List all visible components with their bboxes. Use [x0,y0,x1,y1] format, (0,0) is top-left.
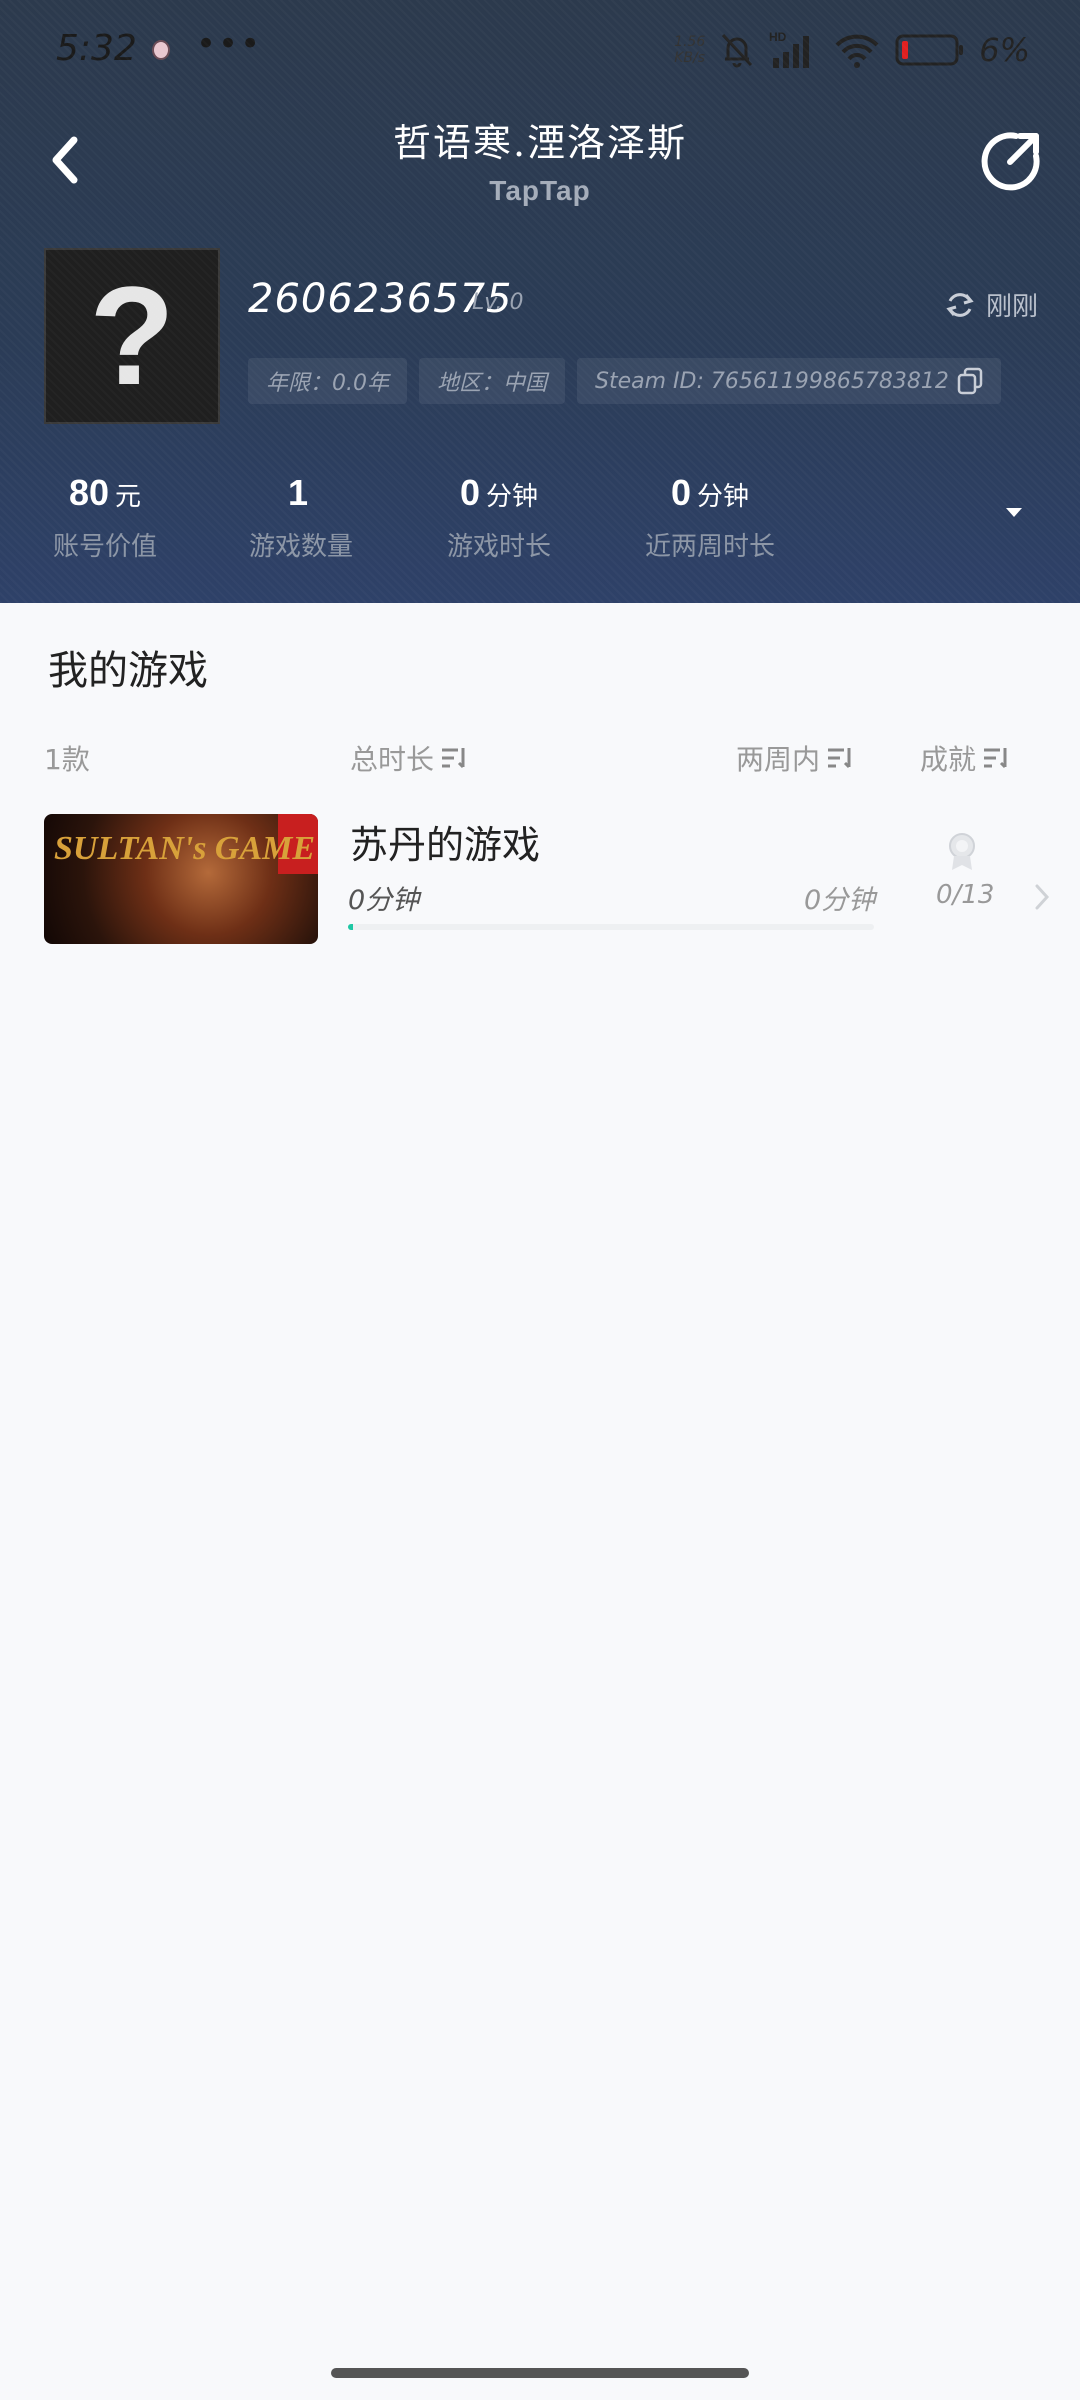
status-bar: 5:32 ••• 1.56 KB/s HD 6% [0,0,1080,100]
game-name: 苏丹的游戏 [350,823,541,867]
game-cover-image: SULTAN's GAME [44,814,318,944]
avatar-placeholder: ? [89,257,175,414]
taptap-logo: TapTap [489,175,591,206]
cellular-signal-icon: HD [769,30,810,68]
copy-icon[interactable] [957,367,983,395]
sort-achievements[interactable]: 成就 [920,738,1010,778]
game-count-label: 1款 [44,743,90,776]
game-recent-time: 0分钟 [804,885,876,916]
home-indicator[interactable] [331,2368,749,2378]
chip-account-age: 年限：0.0年 [248,358,407,404]
refresh-time: 刚刚 [985,292,1038,322]
page-title: 哲语寒.湮洛泽斯 [392,121,688,165]
sort-icon [984,748,1007,769]
battery-percent: 6% [979,31,1030,69]
expand-stats-icon[interactable] [1000,502,1028,522]
user-level: Lv. 0 [472,290,524,315]
status-time: 5:32 [56,28,137,69]
profile-header: 5:32 ••• 1.56 KB/s HD 6% 哲语寒.湮洛泽斯 TapTap… [0,0,1080,603]
mute-bell-icon [722,33,753,68]
chip-steam-id[interactable]: Steam ID: 76561199865783812 [577,358,1001,404]
section-title: 我的游戏 [48,648,208,694]
profile-chips: 年限：0.0年 地区：中国 Steam ID: 7656119986578381… [248,358,1001,404]
app-notification-icon [152,40,170,60]
sort-total-time[interactable]: 总时长 [350,738,468,778]
stat-game-count: 1 游戏数量 [248,472,353,562]
refresh-button[interactable]: 刚刚 [944,286,1038,323]
game-total-time: 0分钟 [348,885,420,916]
back-button[interactable] [40,128,88,192]
stat-account-value: 80 元 账号价值 [52,472,157,562]
status-indicators: 1.56 KB/s HD 6% [674,28,1030,72]
playtime-progress-fill [348,924,354,930]
chip-region: 地区：中国 [419,358,566,404]
achievement-progress: 0/13 [936,880,995,910]
title-block: 哲语寒.湮洛泽斯 TapTap [240,112,840,207]
sort-icon [828,748,851,769]
playtime-progress-bar [348,924,874,930]
stat-recent-time: 0 分钟 近两周时长 [644,472,775,562]
achievement-medal-icon [949,833,975,870]
share-button[interactable] [980,128,1044,192]
sort-icon [442,748,465,769]
refresh-icon [946,292,974,317]
network-speed: 1.56 KB/s [674,34,706,66]
more-notifications-icon: ••• [196,24,263,64]
stat-play-time: 0 分钟 游戏时长 [446,472,551,562]
sort-recent-time[interactable]: 两周内 [736,738,854,778]
wifi-icon [835,34,879,68]
battery-icon [895,34,964,66]
avatar[interactable]: ? [44,248,220,424]
svg-text:HD: HD [769,30,787,44]
chevron-right-icon [1035,884,1050,910]
game-list-item[interactable]: SULTAN's GAME 苏丹的游戏 0分钟 0分钟 0/13 [44,812,1054,952]
